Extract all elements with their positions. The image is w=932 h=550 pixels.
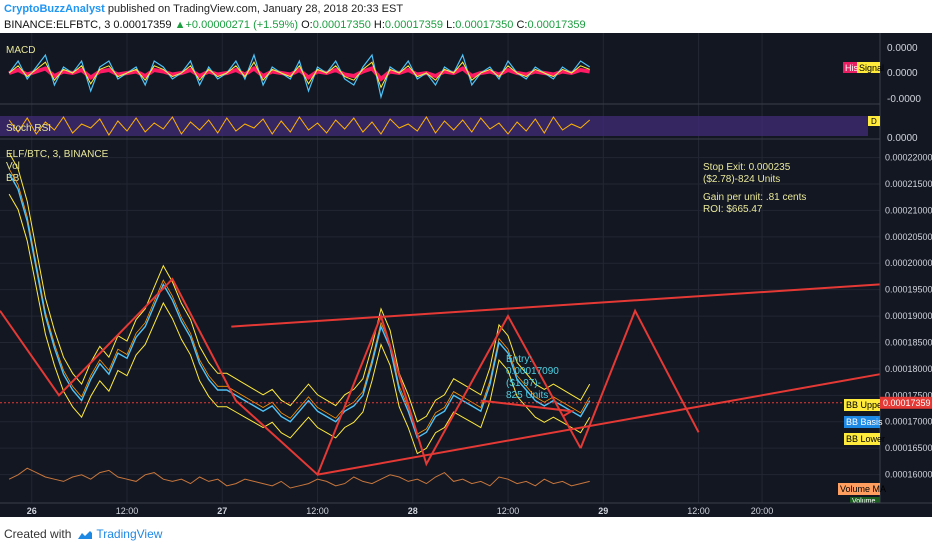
stoch-pane[interactable]: Stoch RSI — [0, 116, 880, 140]
time-tick-label: 20:00 — [751, 506, 774, 516]
price-tick-label: 0.00019000 — [885, 311, 932, 321]
entry-line2: 0.00017090 — [506, 366, 559, 377]
time-tick-label: 12:00 — [687, 506, 710, 516]
high-label: H: — [373, 19, 385, 31]
time-tick-label: 28 — [408, 506, 418, 516]
vol-label: Vol — [6, 161, 20, 172]
open-value: 0.00017350 — [312, 19, 371, 31]
open-label: O: — [301, 19, 313, 31]
price-tick-label: 0.00018500 — [885, 337, 932, 347]
price-tick-label: 0.00020000 — [885, 258, 932, 268]
symbol-label: BINANCE:ELFBTC, 3 — [4, 19, 111, 31]
volume-label: Volume — [852, 498, 875, 505]
macd-axis-top: 0.0000 — [887, 43, 918, 54]
price-tick-label: 0.00018000 — [885, 364, 932, 374]
last-price-value: 0.00017359 — [113, 19, 172, 31]
last-price-badge-label: 0.00017359 — [883, 398, 931, 408]
macd-axis-bottom: -0.0000 — [887, 94, 921, 105]
bb-upper-label: BB Upper — [846, 400, 885, 410]
time-tick-label: 26 — [27, 506, 37, 516]
time-tick-label: 27 — [217, 506, 227, 516]
stop-exit-line2: ($2.78)-824 Units — [703, 174, 780, 185]
signal-badge-label: Signal — [859, 63, 884, 73]
symbol-line: BINANCE:ELFBTC, 3 0.00017359 ▲+0.0000027… — [4, 19, 586, 31]
tradingview-logo-icon — [78, 530, 93, 539]
publish-line: CryptoBuzzAnalyst published on TradingVi… — [4, 3, 403, 15]
entry-line1: Entry: — [506, 354, 532, 365]
close-value: 0.00017359 — [527, 19, 586, 31]
price-tick-label: 0.00021000 — [885, 205, 932, 215]
publish-info: published on TradingView.com, January 28… — [107, 3, 404, 15]
low-value: 0.00017350 — [455, 19, 514, 31]
price-tick-label: 0.00017000 — [885, 417, 932, 427]
price-tick-label: 0.00016000 — [885, 470, 932, 480]
author-link[interactable]: CryptoBuzzAnalyst — [4, 3, 105, 15]
stoch-title: Stoch RSI — [6, 123, 51, 134]
stop-exit-line1: Stop Exit: 0.000235 — [703, 162, 791, 173]
chart-svg[interactable]: MACD Stoch RSI ELF/BTC, 3, BINANCE Vol B… — [0, 33, 932, 517]
price-change: +0.00000271 (+1.59%) — [185, 19, 299, 31]
price-tick-label: 0.00019500 — [885, 285, 932, 295]
time-tick-label: 12:00 — [306, 506, 329, 516]
price-pane-title: ELF/BTC, 3, BINANCE — [6, 149, 109, 160]
gain-per-unit: Gain per unit: .81 cents — [703, 192, 806, 203]
footer-brand[interactable]: TradingView — [96, 527, 162, 541]
close-label: C: — [516, 19, 528, 31]
volume-ma-label: Volume MA — [840, 484, 886, 494]
time-tick-label: 12:00 — [116, 506, 139, 516]
price-tick-label: 0.00016500 — [885, 443, 932, 453]
time-tick-label: 12:00 — [497, 506, 520, 516]
up-arrow-icon: ▲ — [174, 19, 186, 31]
macd-axis-mid: 0.0000 — [887, 68, 918, 79]
roi-value: ROI: $665.47 — [703, 204, 763, 215]
stoch-badge-label: D — [871, 117, 877, 126]
price-tick-label: 0.00022000 — [885, 153, 932, 163]
bb-lower-label: BB Lower — [846, 434, 885, 444]
bb-basis-label: BB Basis — [846, 417, 883, 427]
low-label: L: — [446, 19, 456, 31]
footer: Created with TradingView — [4, 527, 162, 541]
high-value: 0.00017359 — [384, 19, 444, 31]
price-tick-label: 0.00020500 — [885, 232, 932, 242]
price-tick-label: 0.00021500 — [885, 179, 932, 189]
macd-title: MACD — [6, 45, 35, 56]
entry-line4: 825 Units — [506, 390, 548, 401]
entry-line3: ($1.97)- — [506, 378, 541, 389]
time-tick-label: 29 — [598, 506, 608, 516]
stoch-axis-value: 0.0000 — [887, 133, 918, 144]
chart-background — [0, 33, 932, 517]
footer-created-with: Created with — [4, 527, 72, 541]
chart-frame[interactable]: MACD Stoch RSI ELF/BTC, 3, BINANCE Vol B… — [0, 33, 932, 517]
